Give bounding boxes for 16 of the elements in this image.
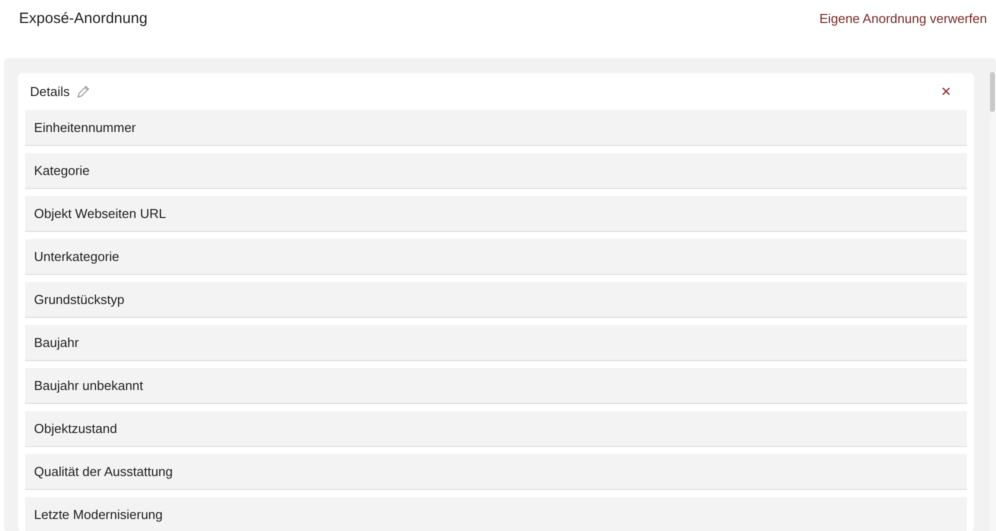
field-item[interactable]: Grundstückstyp xyxy=(25,282,967,318)
field-item[interactable]: Objektzustand xyxy=(25,411,967,447)
scrollbar[interactable] xyxy=(990,72,996,531)
field-item[interactable]: Baujahr xyxy=(25,325,967,361)
field-item[interactable]: Einheitennummer xyxy=(25,110,967,146)
field-item[interactable]: Qualität der Ausstattung xyxy=(25,454,967,490)
close-button[interactable]: × xyxy=(937,82,955,102)
field-item[interactable]: Kategorie xyxy=(25,153,967,189)
section-title: Details xyxy=(30,84,70,99)
reset-link[interactable]: Eigene Anordnung verwerfen xyxy=(819,11,987,26)
field-item[interactable]: Objekt Webseiten URL xyxy=(25,196,967,232)
field-item[interactable]: Letzte Modernisierung xyxy=(25,497,967,531)
pencil-icon[interactable] xyxy=(76,84,90,98)
page-title: Exposé-Anordnung xyxy=(19,10,148,27)
field-item[interactable]: Unterkategorie xyxy=(25,239,967,275)
field-item[interactable]: Baujahr unbekannt xyxy=(25,368,967,404)
